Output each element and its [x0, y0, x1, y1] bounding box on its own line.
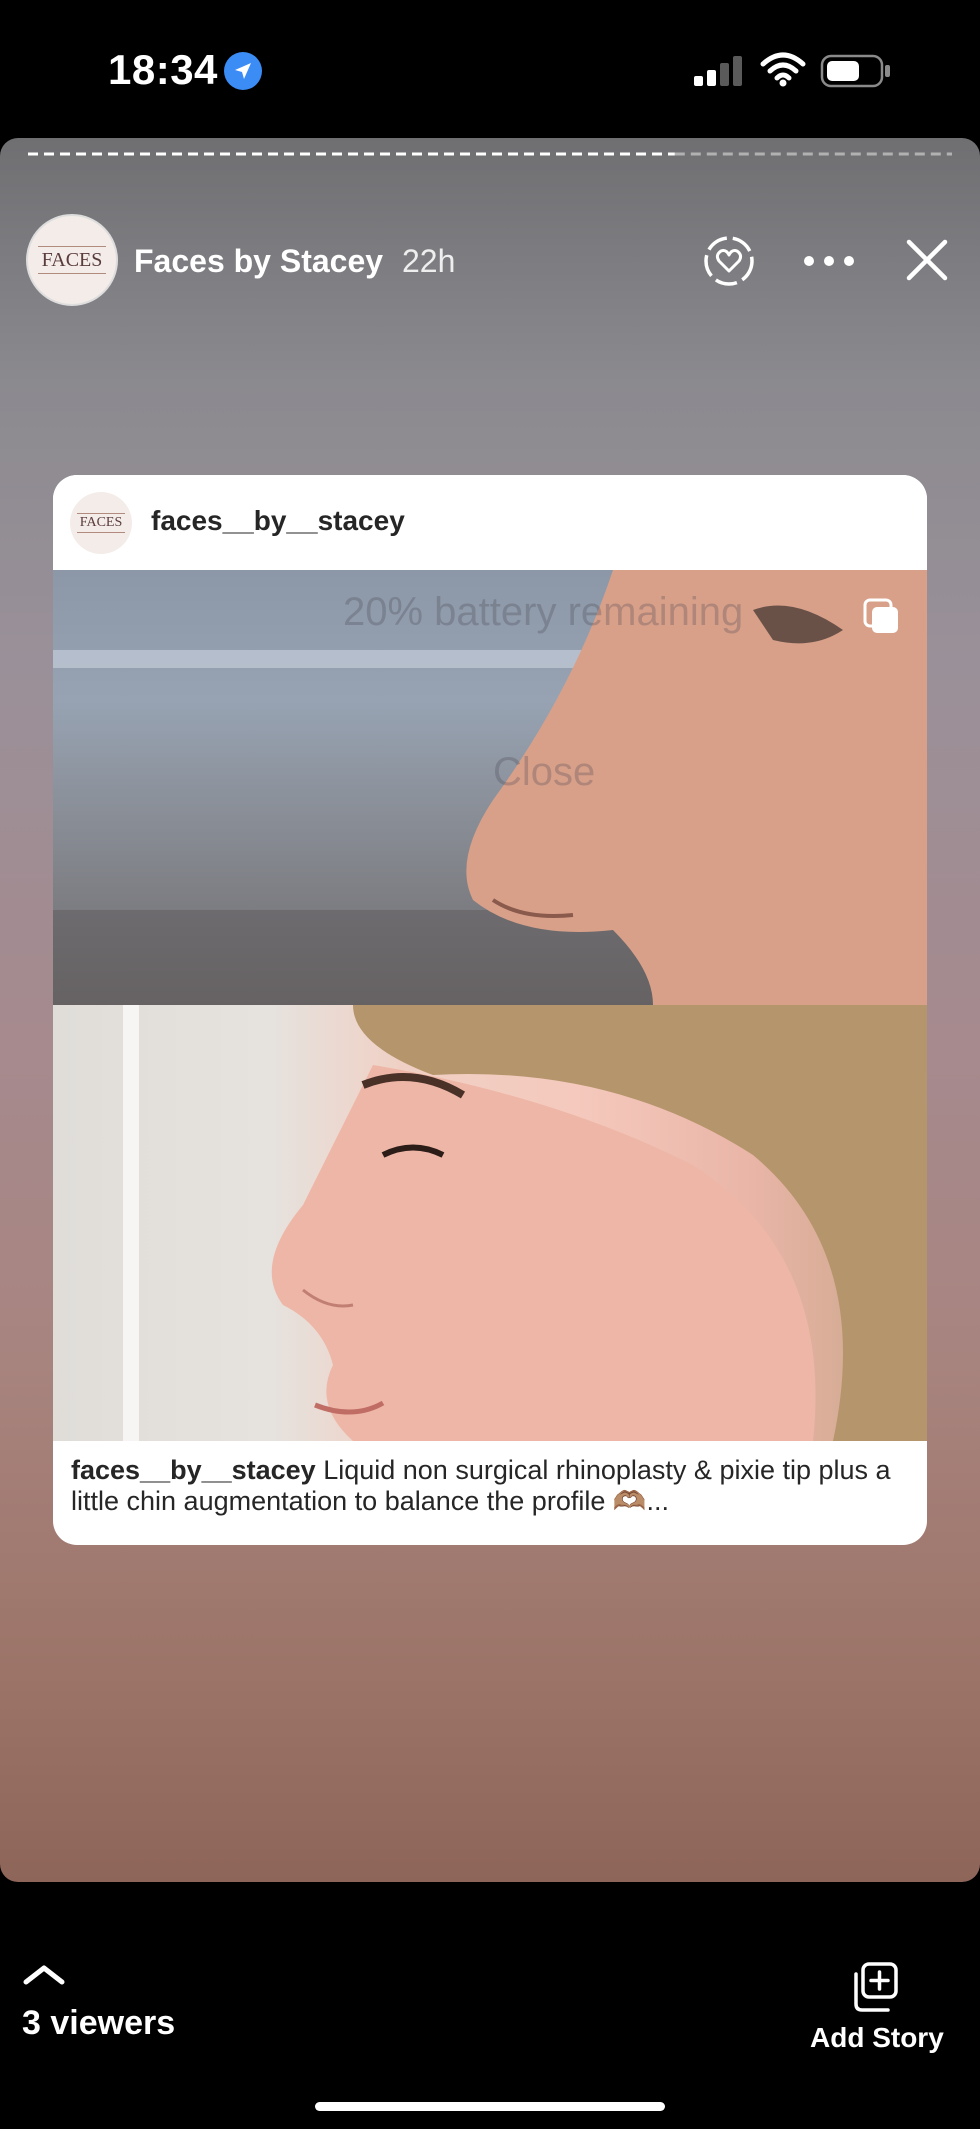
location-arrow-icon	[224, 52, 262, 90]
viewers-count[interactable]: 3 viewers	[22, 2004, 175, 2043]
overlay-battery-text: 20% battery remaining	[343, 590, 744, 634]
profile-photo-illustration	[123, 1005, 927, 1441]
multiple-photos-icon	[863, 598, 898, 633]
avatar-logo-text: FACES	[37, 246, 107, 274]
profile-photo-illustration	[53, 570, 927, 1005]
author-avatar[interactable]: FACES	[26, 214, 118, 306]
post-header: FACES faces__by__stacey	[53, 475, 927, 570]
battery-icon	[820, 54, 890, 88]
shared-post-card[interactable]: FACES faces__by__stacey 20% battery rema…	[53, 475, 927, 1545]
wifi-icon	[760, 52, 806, 87]
more-options-icon[interactable]	[800, 234, 858, 288]
add-story-icon[interactable]	[852, 1960, 900, 2014]
bottom-bar: 3 viewers Add Story	[0, 1882, 980, 2129]
overlay-close-text: Close	[493, 750, 596, 794]
story-header: FACES Faces by Stacey 22h	[0, 204, 980, 306]
close-icon[interactable]	[904, 234, 950, 288]
post-author-avatar[interactable]: FACES	[70, 492, 132, 554]
like-story-icon[interactable]	[702, 234, 756, 288]
home-indicator[interactable]	[315, 2102, 665, 2111]
story-age: 22h	[402, 243, 456, 279]
story-progress-bar	[28, 152, 952, 156]
post-photo-before[interactable]: 20% battery remaining Close	[53, 570, 927, 1005]
status-time: 18:34	[108, 46, 218, 93]
caption-username[interactable]: faces__by__stacey	[71, 1455, 316, 1485]
cellular-signal-icon	[694, 56, 742, 86]
story-viewer[interactable]: FACES Faces by Stacey 22h FACES faces__b…	[0, 138, 980, 1882]
avatar-logo-text: FACES	[76, 513, 126, 533]
author-name[interactable]: Faces by Stacey	[134, 243, 383, 280]
post-photo-after[interactable]	[53, 1005, 927, 1441]
post-caption: faces__by__stacey Liquid non surgical rh…	[71, 1455, 911, 1517]
add-story-button[interactable]: Add Story	[810, 2022, 944, 2054]
post-username[interactable]: faces__by__stacey	[151, 505, 405, 537]
chevron-up-icon[interactable]	[22, 1962, 66, 1986]
status-bar: 18:34	[0, 0, 980, 138]
